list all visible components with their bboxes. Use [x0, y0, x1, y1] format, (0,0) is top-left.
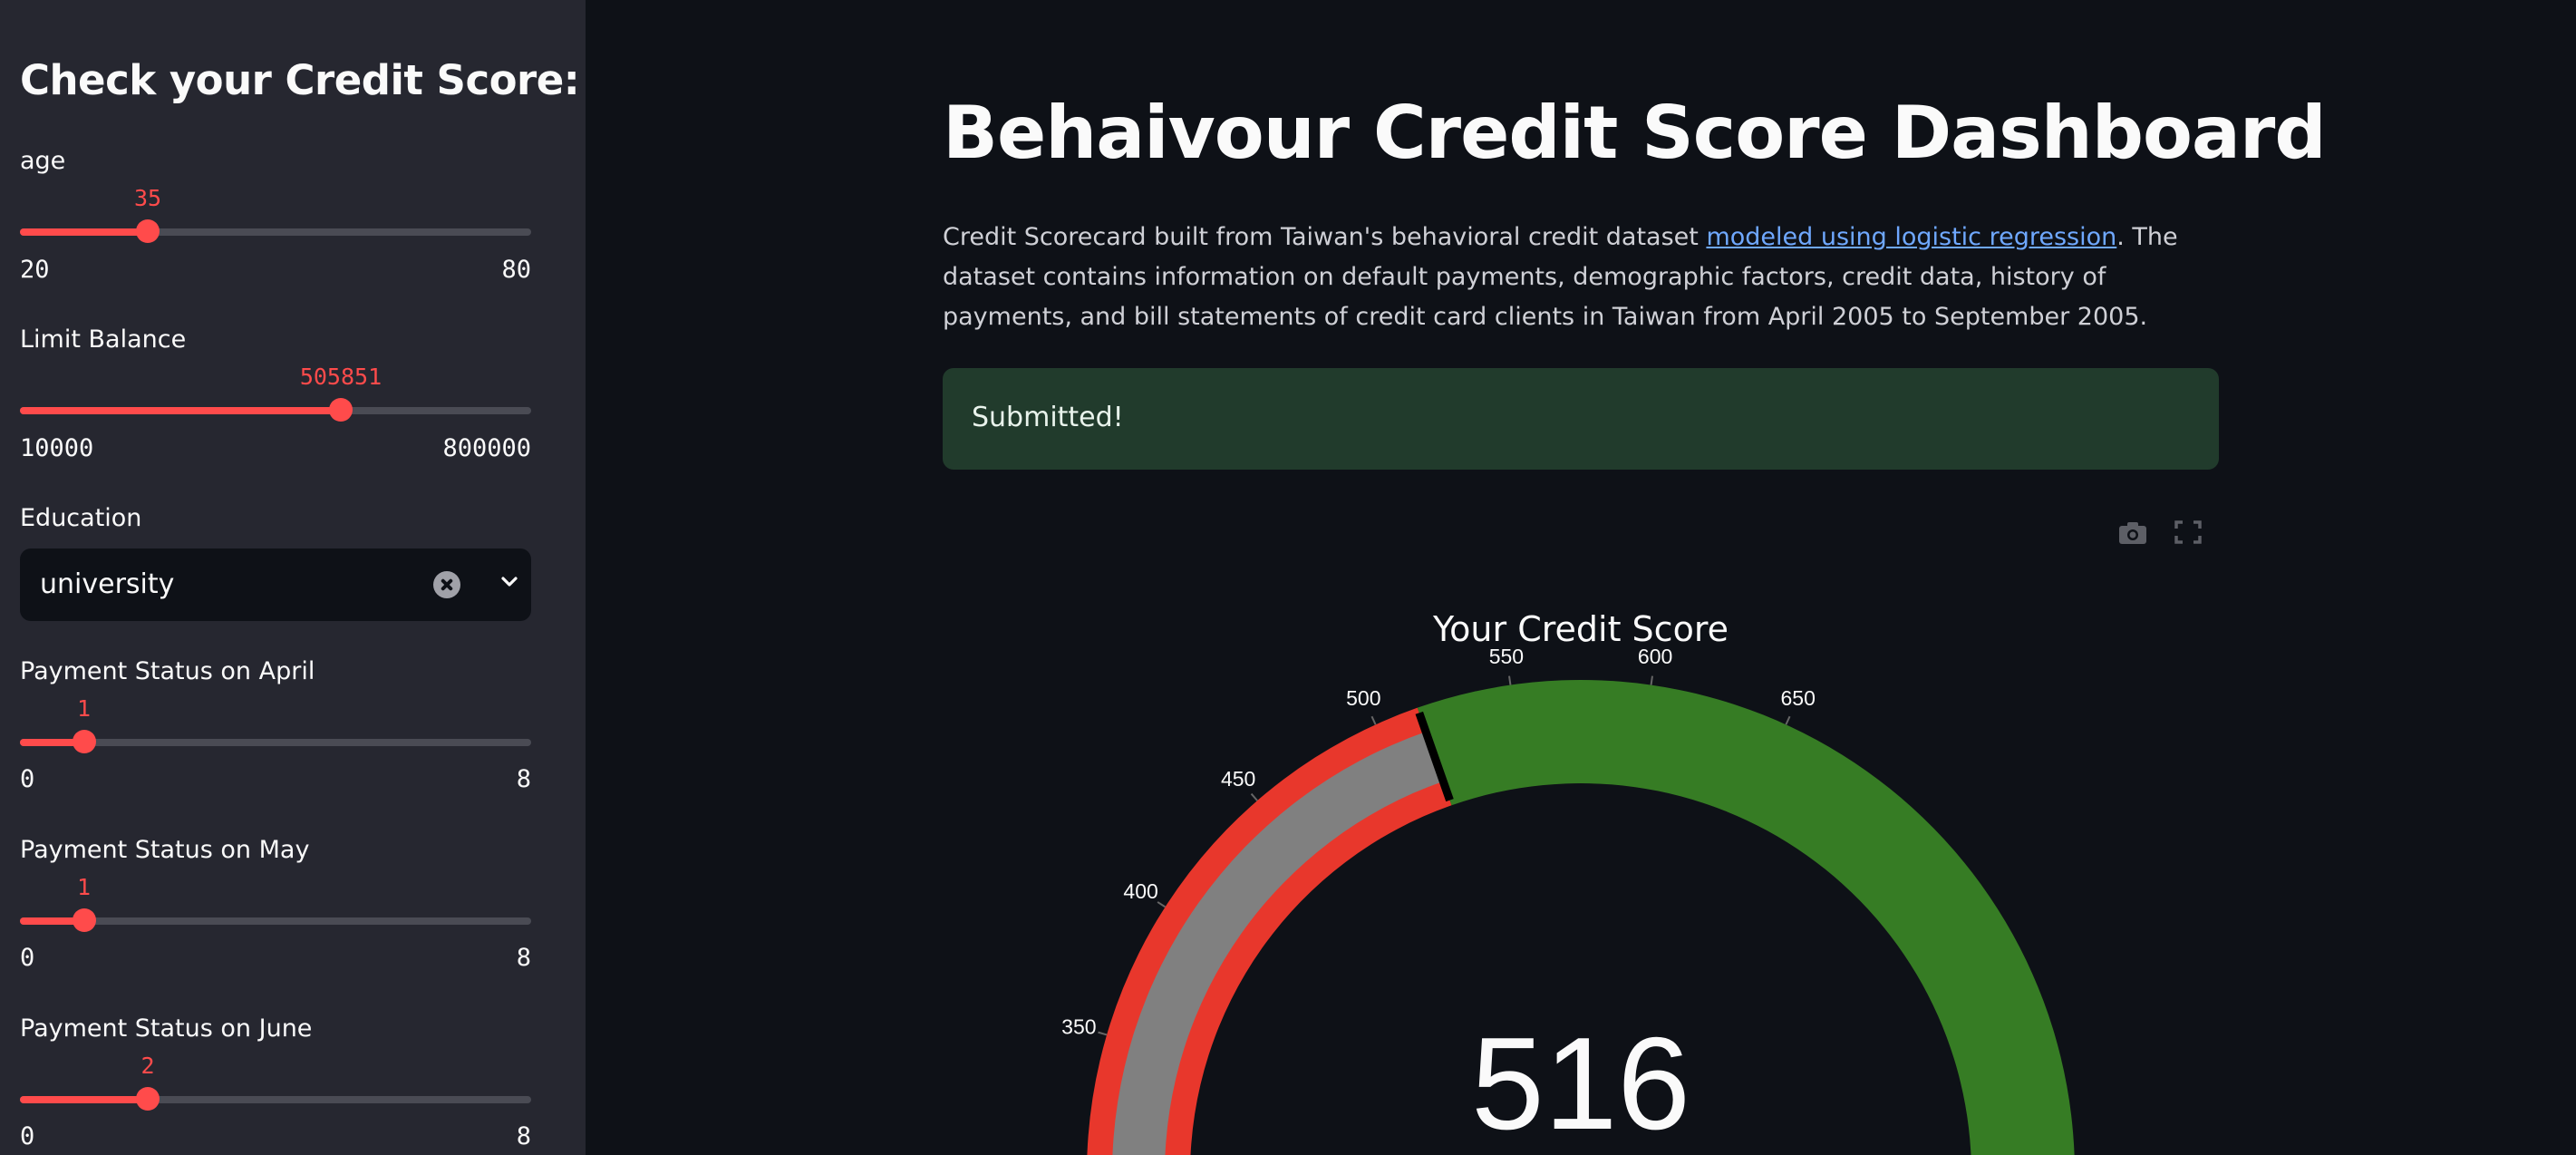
slider-max: 8 — [516, 1122, 531, 1150]
slider-thumb[interactable] — [136, 219, 160, 243]
gauge-tick — [1370, 715, 1377, 725]
gauge-tick — [1785, 715, 1791, 725]
age-label: age — [20, 147, 66, 175]
gauge-tick-label: 450 — [1221, 767, 1255, 791]
slider-thumb[interactable] — [136, 1087, 160, 1111]
gauge-tick-label: 650 — [1781, 686, 1816, 710]
gauge-tick-label: 600 — [1638, 645, 1672, 668]
payment-may-label: Payment Status on May — [20, 836, 310, 864]
education-label: Education — [20, 504, 142, 532]
slider-value: 1 — [76, 874, 92, 900]
main-content: Behaivour Credit Score Dashboard Credit … — [586, 0, 2576, 1155]
clear-icon[interactable] — [433, 571, 460, 598]
slider-thumb[interactable] — [72, 730, 96, 753]
gauge-tick-label: 500 — [1346, 686, 1380, 710]
payment-april-slider[interactable]: 1 — [20, 695, 531, 768]
sidebar-title: Check your Credit Score: — [20, 56, 580, 104]
sidebar: Check your Credit Score: age 35 20 80 Li… — [0, 0, 586, 1155]
slider-max: 80 — [501, 256, 531, 284]
slider-max: 8 — [516, 944, 531, 972]
slider-min: 10000 — [20, 434, 94, 462]
gauge-tick-label: 350 — [1061, 1014, 1096, 1038]
slider-track[interactable] — [20, 917, 531, 925]
slider-thumb[interactable] — [72, 908, 96, 932]
slider-track[interactable] — [20, 739, 531, 746]
slider-min: 0 — [20, 1122, 35, 1150]
education-selected-value: university — [40, 568, 175, 600]
chevron-down-icon[interactable] — [500, 573, 518, 591]
payment-june-label: Payment Status on June — [20, 1014, 313, 1043]
gauge-tick — [1650, 675, 1653, 685]
gauge-tick — [1098, 1031, 1108, 1036]
slider-value: 2 — [140, 1053, 155, 1079]
limit-balance-slider[interactable]: 505851 — [20, 364, 531, 436]
slider-min: 20 — [20, 256, 50, 284]
gauge-tick — [1508, 675, 1512, 685]
gauge-value: 516 — [1471, 1010, 1690, 1155]
payment-may-slider[interactable]: 1 — [20, 874, 531, 946]
gauge-tick — [1157, 901, 1167, 908]
slider-value: 505851 — [299, 364, 383, 390]
education-select[interactable]: university — [20, 548, 531, 621]
slider-fill — [20, 1096, 148, 1103]
gauge-tick-label: 550 — [1489, 645, 1524, 668]
slider-max: 8 — [516, 765, 531, 793]
slider-min: 0 — [20, 765, 35, 793]
slider-fill — [20, 407, 341, 414]
gauge-tick-label: 400 — [1123, 879, 1157, 903]
slider-value: 1 — [76, 695, 92, 722]
slider-max: 800000 — [442, 434, 531, 462]
payment-april-label: Payment Status on April — [20, 657, 315, 685]
gauge-tick — [1250, 792, 1258, 801]
credit-score-gauge: 350 400 450 500 550 600 650 — [1061, 645, 2075, 1155]
slider-thumb[interactable] — [328, 398, 353, 422]
limit-balance-label: Limit Balance — [20, 325, 187, 354]
payment-june-slider[interactable]: 2 — [20, 1053, 531, 1125]
age-slider[interactable]: 35 — [20, 185, 531, 257]
slider-value: 35 — [133, 185, 162, 211]
slider-fill — [20, 228, 148, 236]
slider-min: 0 — [20, 944, 35, 972]
